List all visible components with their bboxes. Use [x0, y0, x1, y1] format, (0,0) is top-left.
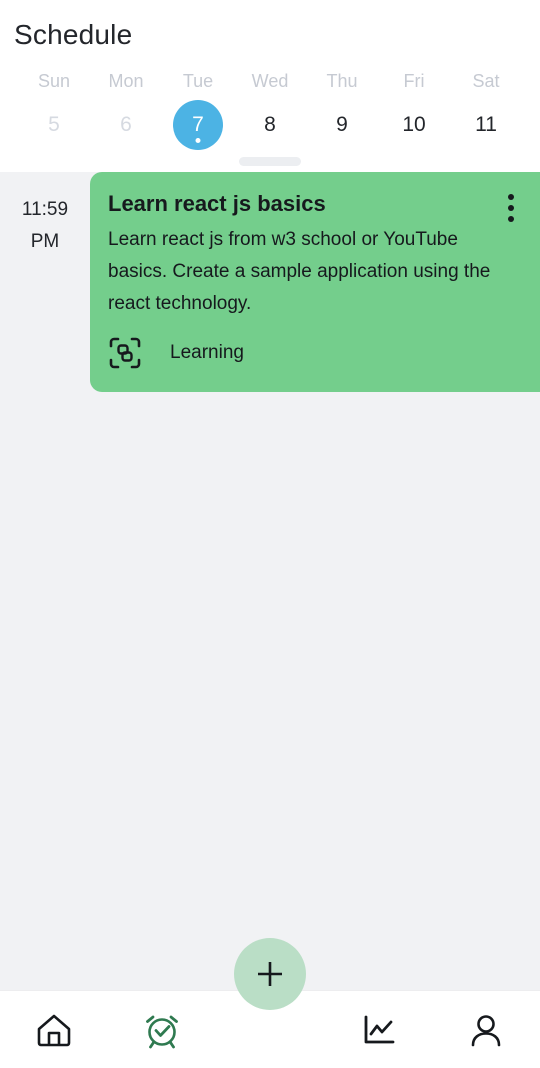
drag-handle[interactable] [239, 156, 301, 166]
day-of-week-label: Wed [251, 71, 289, 91]
event-description: Learn react js from w3 school or YouTube… [108, 229, 491, 314]
header: Schedule [0, 0, 540, 62]
nav-item-profile[interactable] [432, 991, 540, 1068]
day-number-wrap[interactable]: 9 [317, 100, 367, 150]
day-of-week-label: Fri [403, 71, 425, 91]
day-number-wrap[interactable]: 11 [461, 100, 511, 150]
alarm-check-icon [146, 1015, 178, 1048]
person-icon [471, 1014, 501, 1046]
day-number: 9 [336, 113, 348, 136]
day-number: 10 [402, 113, 426, 136]
day-of-week-label: Sat [472, 71, 500, 91]
day-of-week-label: Sun [37, 71, 71, 91]
event-category: Learning [108, 336, 520, 370]
day-number: 11 [475, 113, 497, 136]
day-of-week-label: Thu [326, 71, 358, 91]
nav-item-stats[interactable] [324, 991, 432, 1068]
page-title: Schedule [14, 19, 133, 50]
day-number-wrap[interactable]: 10 [389, 100, 439, 150]
calendar-day-mon[interactable]: Mon 6 [90, 62, 162, 150]
day-of-week-label: Mon [108, 71, 144, 91]
calendar-day-sat[interactable]: Sat 11 [450, 62, 522, 150]
day-number: 6 [120, 113, 132, 136]
chart-line-icon [364, 1015, 395, 1043]
day-number: 5 [48, 113, 60, 136]
dot [508, 194, 514, 200]
day-number-wrap[interactable]: 5 [29, 100, 79, 150]
calendar-day-sun[interactable]: Sun 5 [18, 62, 90, 150]
nav-item-home[interactable] [0, 991, 108, 1068]
day-number-wrap[interactable]: 6 [101, 100, 151, 150]
day-number: 7 [192, 113, 204, 136]
event-time: 11:59 PM [0, 172, 90, 258]
app-screen: Schedule Sun 5 Mon 6 Tue 7 Wed 8 Thu 9 F… [0, 0, 540, 1068]
nav-item-alarms[interactable] [108, 991, 216, 1068]
event-time-hour: 11:59 [21, 199, 69, 220]
day-number-wrap-selected[interactable]: 7 [173, 100, 223, 150]
event-category-label: Learning [170, 342, 244, 363]
schedule-list: 11:59 PM Learn react js basics Learn rea… [0, 172, 540, 990]
dot [508, 205, 514, 211]
selected-day-dot [195, 138, 201, 143]
more-vertical-icon[interactable] [496, 188, 526, 228]
add-task-fab[interactable] [234, 938, 306, 1010]
event-time-meridiem: PM [30, 231, 60, 252]
week-calendar-strip: Sun 5 Mon 6 Tue 7 Wed 8 Thu 9 Fri 10 Sat… [0, 62, 540, 150]
scan-nodes-icon [109, 337, 141, 369]
week-row: Sun 5 Mon 6 Tue 7 Wed 8 Thu 9 Fri 10 Sat… [18, 62, 522, 150]
calendar-day-thu[interactable]: Thu 9 [306, 62, 378, 150]
calendar-day-fri[interactable]: Fri 10 [378, 62, 450, 150]
sheet-drag-handle-zone[interactable] [0, 150, 540, 172]
plus-icon [258, 962, 282, 986]
day-number: 8 [264, 113, 276, 136]
schedule-event-row: 11:59 PM Learn react js basics Learn rea… [0, 172, 540, 392]
calendar-day-wed[interactable]: Wed 8 [234, 62, 306, 150]
event-title: Learn react js basics [108, 191, 326, 216]
event-card[interactable]: Learn react js basics Learn react js fro… [90, 172, 540, 392]
day-of-week-label: Tue [182, 71, 214, 91]
dot [508, 216, 514, 222]
calendar-day-tue[interactable]: Tue 7 [162, 62, 234, 150]
day-number-wrap[interactable]: 8 [245, 100, 295, 150]
home-icon [37, 1014, 71, 1046]
